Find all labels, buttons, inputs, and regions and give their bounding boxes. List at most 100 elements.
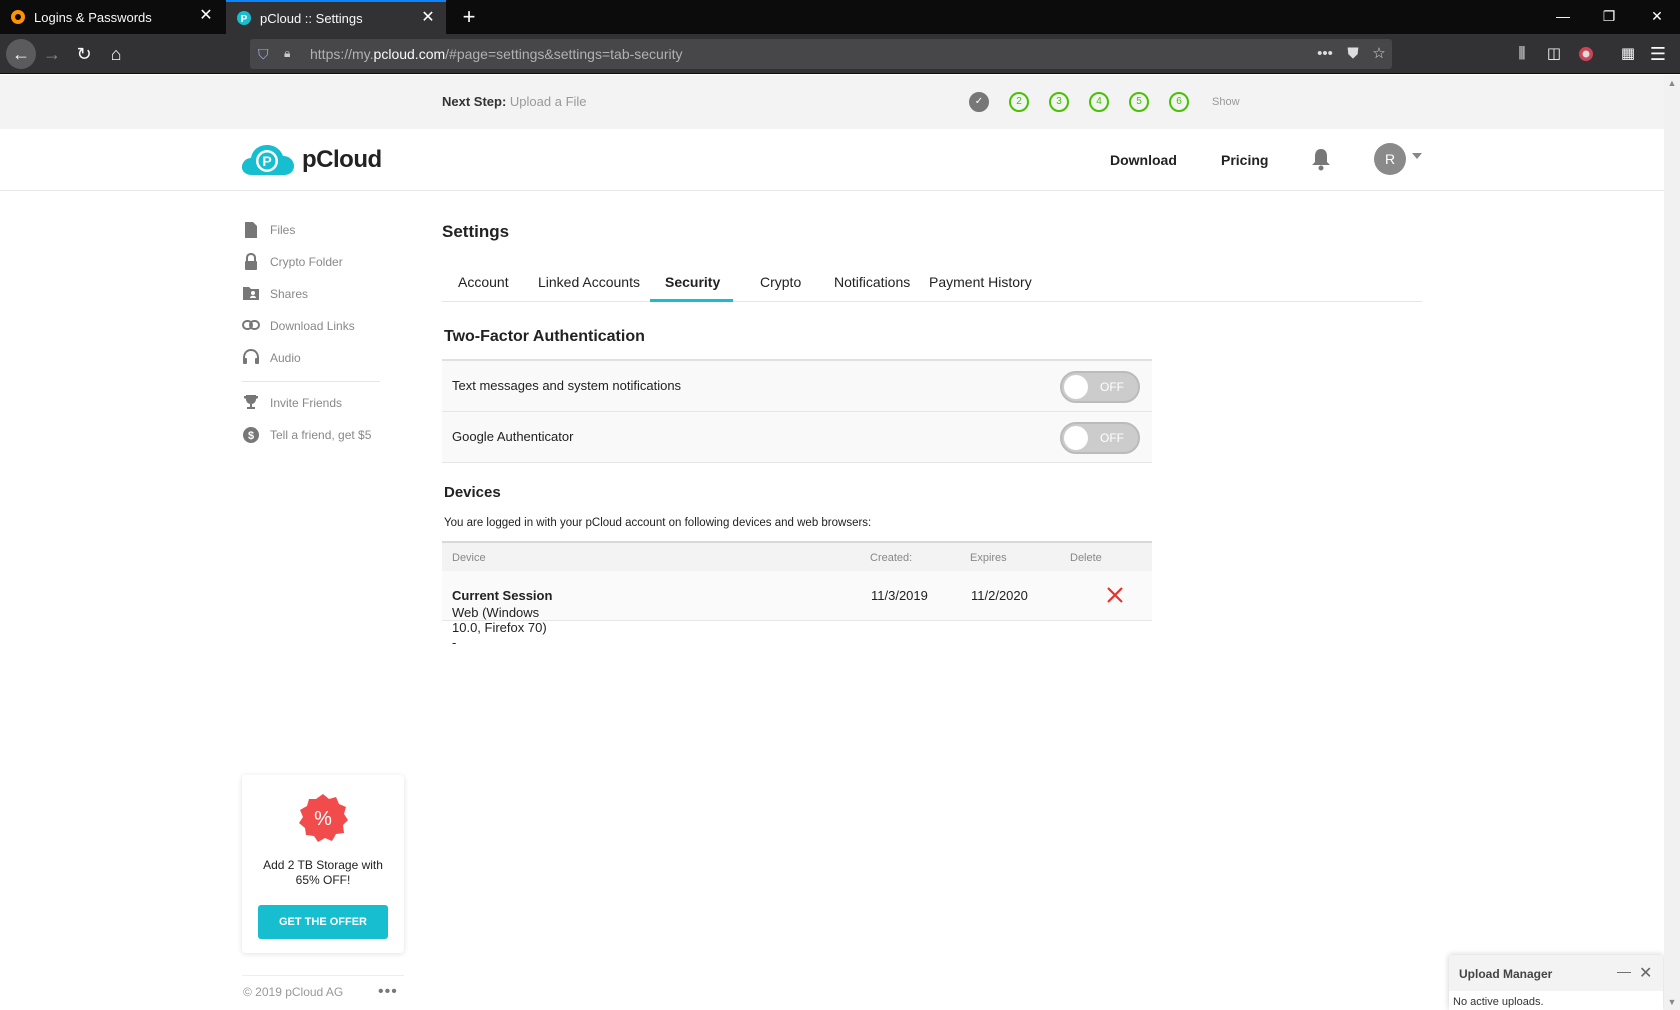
pricing-link[interactable]: Pricing	[1221, 152, 1268, 168]
extensions-icon[interactable]: ▦	[1614, 40, 1642, 68]
step-5[interactable]: 5	[1129, 92, 1149, 112]
lockwise-icon	[11, 10, 25, 24]
browser-tab-logins[interactable]: Logins & Passwords ✕	[0, 0, 224, 34]
two-factor-google-label: Google Authenticator	[452, 429, 574, 444]
tab-account[interactable]: Account	[458, 274, 509, 290]
device-created: 11/3/2019	[871, 588, 928, 603]
toggle-state: OFF	[1100, 431, 1124, 445]
sidebar-divider	[242, 381, 380, 382]
delete-x-icon[interactable]	[1106, 586, 1124, 604]
step-done-check-icon[interactable]: ✓	[969, 92, 989, 112]
sidebar-item-audio[interactable]: Audio	[242, 348, 301, 368]
offer-line-2: 65% OFF!	[295, 873, 351, 887]
upload-manager-panel: Upload Manager — ✕ No active uploads.	[1449, 955, 1663, 1010]
sms-toggle[interactable]: OFF	[1060, 371, 1140, 403]
close-tab-icon[interactable]: ✕	[198, 8, 214, 24]
next-step-bar: Next Step: Upload a File ✓ 2 3 4 5 6 Sho…	[0, 75, 1664, 129]
settings-tabs: Account Linked Accounts Security Crypto …	[442, 262, 1422, 302]
tab-notifications[interactable]: Notifications	[834, 274, 910, 290]
next-step-value[interactable]: Upload a File	[510, 94, 587, 109]
home-icon[interactable]: ⌂	[102, 40, 130, 68]
step-6[interactable]: 6	[1169, 92, 1189, 112]
sidebar-item-files[interactable]: Files	[242, 220, 295, 240]
table-row: Web (Windows 10.0, Firefox 70) - Current…	[442, 571, 1152, 650]
column-created: Created:	[870, 552, 913, 564]
get-offer-button[interactable]: GET THE OFFER	[258, 905, 388, 939]
svg-text:P: P	[241, 14, 248, 25]
sidebar-toggle-icon[interactable]: ◫	[1540, 40, 1568, 68]
chevron-down-icon[interactable]	[1412, 153, 1422, 159]
menu-hamburger-icon[interactable]: ☰	[1644, 40, 1672, 68]
pocket-icon[interactable]: ⛊	[1342, 43, 1364, 65]
page-actions-icon[interactable]: •••	[1314, 43, 1336, 65]
tab-crypto[interactable]: Crypto	[760, 274, 801, 290]
lock-icon	[242, 252, 260, 271]
restore-icon[interactable]: ❐	[1586, 0, 1632, 34]
browser-tab-title: Logins & Passwords	[34, 9, 152, 25]
sidebar-item-label: Download Links	[270, 319, 355, 333]
download-link[interactable]: Download	[1110, 152, 1177, 168]
trophy-icon	[242, 394, 260, 412]
close-icon[interactable]: ✕	[1639, 963, 1652, 983]
two-factor-list: Text messages and system notifications O…	[442, 359, 1152, 463]
more-options-icon[interactable]: •••	[378, 983, 398, 1001]
window-close-icon[interactable]: ✕	[1634, 0, 1680, 34]
step-2[interactable]: 2	[1009, 92, 1029, 112]
pcloud-favicon-icon: P	[237, 11, 251, 25]
minimize-icon[interactable]: —	[1540, 0, 1586, 34]
brand-name: pCloud	[302, 146, 382, 173]
page-scrollbar[interactable]: ▲ ▼	[1664, 75, 1680, 1010]
padlock-icon[interactable]: 🔒︎	[284, 46, 298, 62]
tab-payment-history[interactable]: Payment History	[929, 274, 1032, 290]
tab-linked-accounts[interactable]: Linked Accounts	[538, 274, 640, 290]
sidebar-item-label: Files	[270, 223, 296, 237]
sidebar-item-invite-friends[interactable]: Invite Friends	[242, 393, 342, 413]
address-bar[interactable]: ⛉ 🔒︎ https://my.pcloud.com/#page=setting…	[250, 39, 1392, 69]
devices-table: Device Created: Expires Delete Web (Wind…	[442, 541, 1152, 650]
device-name: Web (Windows 10.0, Firefox 70) - Current…	[452, 588, 553, 650]
close-tab-icon[interactable]: ✕	[420, 10, 436, 26]
browser-tab-pcloud[interactable]: P pCloud :: Settings ✕	[226, 0, 446, 34]
notification-bell-icon[interactable]	[1310, 147, 1332, 171]
toggle-knob	[1064, 375, 1088, 399]
forward-arrow-icon[interactable]: →	[38, 40, 66, 68]
pcloud-logo[interactable]: P pCloud	[240, 143, 382, 177]
scroll-up-arrow-icon[interactable]: ▲	[1664, 75, 1680, 91]
two-factor-row-sms: Text messages and system notifications O…	[442, 361, 1152, 411]
offer-line-1: Add 2 TB Storage with	[263, 858, 383, 872]
new-tab-icon[interactable]: +	[456, 4, 482, 30]
sidebar-item-label: Tell a friend, get $5	[270, 428, 372, 442]
minimize-icon[interactable]: —	[1617, 963, 1631, 979]
bookmark-star-icon[interactable]: ☆	[1368, 43, 1390, 65]
scroll-down-arrow-icon[interactable]: ▼	[1664, 994, 1680, 1010]
tracking-shield-icon[interactable]: ⛉	[258, 46, 274, 62]
copyright-text: © 2019 pCloud AG	[243, 985, 344, 999]
sidebar-item-crypto-folder[interactable]: Crypto Folder	[242, 252, 343, 272]
back-arrow-icon[interactable]: ←	[6, 39, 36, 69]
show-steps-link[interactable]: Show	[1212, 96, 1240, 108]
browser-tab-title: pCloud :: Settings	[260, 10, 363, 26]
library-icon[interactable]: ⫼	[1508, 40, 1536, 68]
footer-divider	[242, 975, 404, 976]
link-icon	[242, 317, 260, 335]
table-header: Device Created: Expires Delete	[442, 541, 1152, 571]
two-factor-heading: Two-Factor Authentication	[444, 328, 645, 345]
step-4[interactable]: 4	[1089, 92, 1109, 112]
tab-security[interactable]: Security	[665, 274, 720, 290]
toggle-knob	[1064, 426, 1088, 450]
sidebar-item-label: Audio	[270, 351, 301, 365]
sidebar-item-shares[interactable]: Shares	[242, 284, 308, 304]
storage-offer-card: % Add 2 TB Storage with 65% OFF! GET THE…	[242, 775, 404, 953]
step-3[interactable]: 3	[1049, 92, 1069, 112]
sidebar-item-tell-a-friend[interactable]: $ Tell a friend, get $5	[242, 425, 371, 445]
user-avatar[interactable]: R	[1374, 143, 1406, 175]
site-header: P pCloud Download Pricing R	[0, 129, 1664, 191]
upload-manager-title: Upload Manager	[1459, 967, 1553, 981]
sidebar-item-download-links[interactable]: Download Links	[242, 316, 355, 336]
svg-text:P: P	[262, 153, 271, 169]
google-authenticator-toggle[interactable]: OFF	[1060, 422, 1140, 454]
account-avatar-icon[interactable]	[1572, 40, 1600, 68]
upload-manager-header: Upload Manager — ✕	[1449, 955, 1663, 991]
url-text[interactable]: https://my.pcloud.com/#page=settings&set…	[310, 46, 683, 62]
reload-icon[interactable]: ↻	[70, 40, 98, 68]
